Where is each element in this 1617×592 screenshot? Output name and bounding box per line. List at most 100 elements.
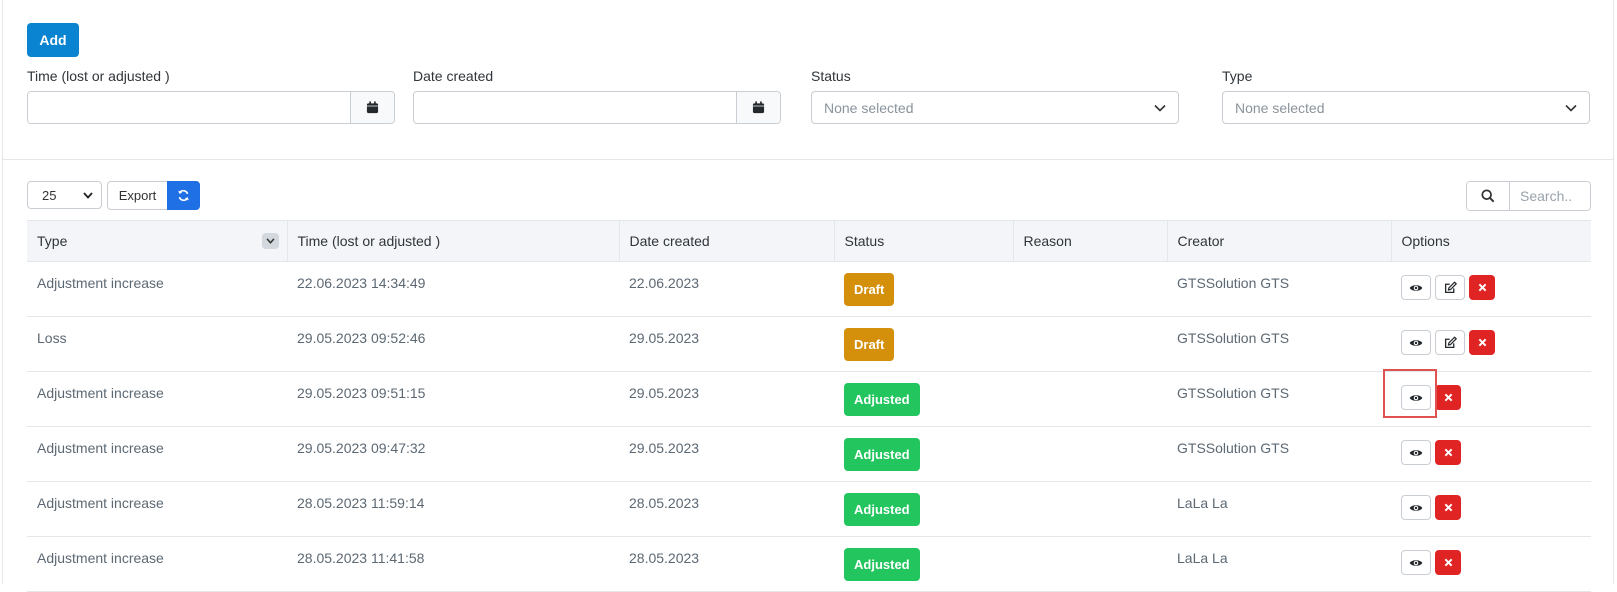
- cell-status: Adjusted: [834, 536, 1013, 592]
- view-button[interactable]: [1401, 275, 1431, 300]
- cell-time: 29.05.2023 09:47:32: [287, 426, 619, 482]
- date-created-group: [413, 91, 781, 124]
- cell-date-created: 29.05.2023: [619, 371, 834, 427]
- refresh-button[interactable]: [167, 181, 200, 210]
- delete-button[interactable]: [1435, 495, 1461, 520]
- status-badge: Adjusted: [844, 383, 920, 416]
- status-filter: Status None selected: [811, 68, 1179, 124]
- row-actions: [1401, 330, 1581, 355]
- cell-type: Adjustment increase: [27, 261, 287, 317]
- column-header-status[interactable]: Status: [834, 220, 1014, 262]
- search-button[interactable]: [1467, 182, 1510, 210]
- column-header-label: Time (lost or adjusted ): [297, 233, 441, 249]
- column-header-label: Status: [844, 233, 885, 249]
- column-header-options: Options: [1391, 220, 1591, 262]
- page-size-select[interactable]: 25: [27, 181, 102, 209]
- search-icon: [1481, 189, 1495, 203]
- time-input[interactable]: [28, 92, 350, 123]
- column-header-label: Date created: [629, 233, 710, 249]
- type-select[interactable]: None selected: [1222, 91, 1590, 124]
- cell-creator: LaLa La: [1167, 536, 1391, 592]
- status-select-value: None selected: [824, 99, 914, 116]
- view-button[interactable]: [1401, 550, 1431, 575]
- cell-reason: [1013, 426, 1167, 482]
- close-icon: [1444, 558, 1452, 567]
- date-created-filter: Date created: [413, 68, 781, 124]
- table-row: Adjustment increase 28.05.2023 11:59:14 28…: [27, 481, 1591, 537]
- column-header-reason[interactable]: Reason: [1013, 220, 1168, 262]
- table-row: Adjustment increase 28.05.2023 11:41:58 28…: [27, 536, 1591, 592]
- status-badge: Draft: [844, 273, 895, 306]
- date-created-filter-label: Date created: [413, 68, 494, 84]
- status-select[interactable]: None selected: [811, 91, 1179, 124]
- cell-reason: [1013, 261, 1167, 317]
- eye-icon: [1409, 559, 1423, 566]
- edit-button[interactable]: [1435, 330, 1465, 355]
- row-actions: [1401, 275, 1581, 300]
- view-button[interactable]: [1401, 330, 1431, 355]
- status-badge: Draft: [844, 328, 895, 361]
- delete-button[interactable]: [1469, 275, 1495, 300]
- export-button[interactable]: Export: [107, 181, 167, 210]
- eye-icon: [1409, 339, 1423, 346]
- cell-date-created: 29.05.2023: [619, 316, 834, 372]
- table-row: Adjustment increase 22.06.2023 14:34:49 22…: [27, 261, 1591, 317]
- eye-icon: [1409, 284, 1423, 291]
- cell-status: Draft: [834, 316, 1013, 372]
- panel-right-border: [1613, 0, 1614, 584]
- date-created-input[interactable]: [414, 92, 736, 123]
- cell-reason: [1013, 481, 1167, 537]
- cell-creator: GTSSolution GTS: [1167, 316, 1391, 372]
- column-header-time[interactable]: Time (lost or adjusted ): [287, 220, 620, 262]
- cell-status: Draft: [834, 261, 1013, 317]
- time-filter-label: Time (lost or adjusted ): [27, 68, 170, 84]
- delete-button[interactable]: [1435, 385, 1461, 410]
- cell-status: Adjusted: [834, 371, 1013, 427]
- cell-time: 28.05.2023 11:41:58: [287, 536, 619, 592]
- search-input[interactable]: [1510, 182, 1590, 210]
- row-actions: [1401, 440, 1581, 465]
- cell-time: 29.05.2023 09:52:46: [287, 316, 619, 372]
- column-header-label: Type: [37, 233, 68, 249]
- column-header-creator[interactable]: Creator: [1167, 220, 1392, 262]
- cell-reason: [1013, 371, 1167, 427]
- row-actions: [1401, 385, 1581, 410]
- column-header-label: Options: [1401, 233, 1450, 249]
- edit-button[interactable]: [1435, 275, 1465, 300]
- type-select-value: None selected: [1235, 99, 1325, 116]
- delete-button[interactable]: [1435, 440, 1461, 465]
- time-calendar-button[interactable]: [350, 92, 394, 123]
- time-date-group: [27, 91, 395, 124]
- eye-icon: [1409, 504, 1423, 511]
- panel-left-border: [2, 0, 3, 584]
- edit-icon: [1444, 336, 1457, 349]
- view-button[interactable]: [1401, 385, 1431, 410]
- table-row: Loss 29.05.2023 09:52:46 29.05.2023 Draft GT…: [27, 316, 1591, 372]
- cell-options: [1391, 536, 1591, 592]
- cell-type: Adjustment increase: [27, 371, 287, 427]
- delete-button[interactable]: [1469, 330, 1495, 355]
- calendar-icon: [752, 101, 765, 114]
- cell-options: [1391, 371, 1591, 427]
- table-header-row: Type Time (lost or adjusted ) Date creat…: [27, 220, 1591, 262]
- cell-options: [1391, 426, 1591, 482]
- eye-icon: [1409, 394, 1423, 401]
- page-size-value: 25: [42, 187, 57, 203]
- column-dropdown-button[interactable]: [261, 233, 279, 249]
- chevron-down-icon: [1565, 104, 1577, 112]
- close-icon: [1444, 393, 1452, 402]
- edit-icon: [1444, 281, 1457, 294]
- delete-button[interactable]: [1435, 550, 1461, 575]
- column-header-type[interactable]: Type: [27, 220, 288, 262]
- view-button[interactable]: [1401, 495, 1431, 520]
- refresh-icon: [178, 189, 189, 202]
- cell-reason: [1013, 316, 1167, 372]
- column-header-date-created[interactable]: Date created: [619, 220, 835, 262]
- cell-date-created: 29.05.2023: [619, 426, 834, 482]
- row-actions: [1401, 495, 1581, 520]
- add-button[interactable]: Add: [27, 23, 79, 57]
- cell-creator: GTSSolution GTS: [1167, 371, 1391, 427]
- search-box: [1466, 181, 1591, 211]
- view-button[interactable]: [1401, 440, 1431, 465]
- date-created-calendar-button[interactable]: [736, 92, 780, 123]
